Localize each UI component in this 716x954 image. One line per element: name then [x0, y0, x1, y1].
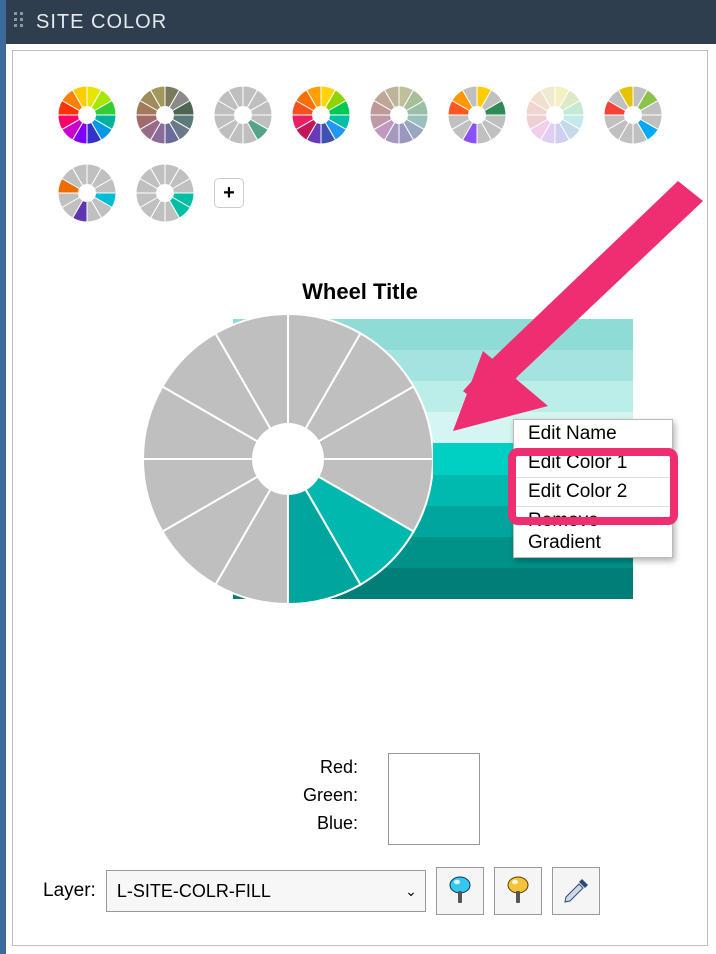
panel-title: SITE COLOR [36, 11, 167, 34]
thumbnail-earth-wheel[interactable] [136, 86, 194, 144]
thumbnail-full-color-wheel[interactable] [58, 86, 116, 144]
layer-row: Layer: L-SITE-COLR-FILL ⌄ [43, 867, 600, 915]
context-menu-item[interactable]: Edit Color 2 [514, 478, 672, 506]
red-label: Red: [303, 753, 358, 781]
panel-drag-grip-icon[interactable] [14, 12, 26, 32]
blue-label: Blue: [303, 809, 358, 837]
thumbnail-grey-green-wheel[interactable] [214, 86, 272, 144]
color-wheel-thumbnails: + [58, 86, 687, 222]
panel-header[interactable]: SITE COLOR [6, 0, 716, 44]
main-color-wheel[interactable] [143, 314, 433, 604]
thumbnail-warm-wheel[interactable] [448, 86, 506, 144]
pin-yellow-button[interactable] [494, 867, 542, 915]
pin-blue-button[interactable] [436, 867, 484, 915]
context-menu-item[interactable]: Remove Gradient [514, 507, 672, 557]
panel-body: + Wheel Title Edit NameEdit Color 1Edit … [12, 50, 708, 946]
context-menu-item[interactable]: Edit Color 1 [514, 449, 672, 477]
eyedropper-icon [561, 876, 591, 906]
layer-select[interactable]: L-SITE-COLR-FILL ⌄ [106, 870, 426, 912]
pin-yellow-icon [505, 876, 531, 906]
current-color-swatch [388, 753, 480, 845]
site-color-panel: SITE COLOR + Wheel Title Edit NameEdit C… [0, 0, 716, 954]
wheel-title: Wheel Title [13, 279, 707, 305]
add-wheel-button[interactable]: + [214, 178, 244, 208]
thumbnail-split-wheel[interactable] [604, 86, 662, 144]
layer-label: Layer: [43, 880, 96, 902]
thumbnail-diag-wheel[interactable] [58, 164, 116, 222]
layer-select-value: L-SITE-COLR-FILL [117, 881, 271, 902]
thumbnail-teal-slice-wheel[interactable] [136, 164, 194, 222]
thumbnail-rainbow-bright-wheel[interactable] [292, 86, 350, 144]
chevron-down-icon: ⌄ [405, 883, 417, 900]
rgb-readout: Red: Green: Blue: [303, 753, 480, 845]
context-menu-item[interactable]: Edit Name [514, 420, 672, 448]
eyedropper-button[interactable] [552, 867, 600, 915]
pin-blue-icon [447, 876, 473, 906]
thumbnail-muted-pastel-wheel[interactable] [370, 86, 428, 144]
thumbnail-pastel-wheel[interactable] [526, 86, 584, 144]
context-menu: Edit NameEdit Color 1Edit Color 2Remove … [513, 419, 673, 558]
green-label: Green: [303, 781, 358, 809]
